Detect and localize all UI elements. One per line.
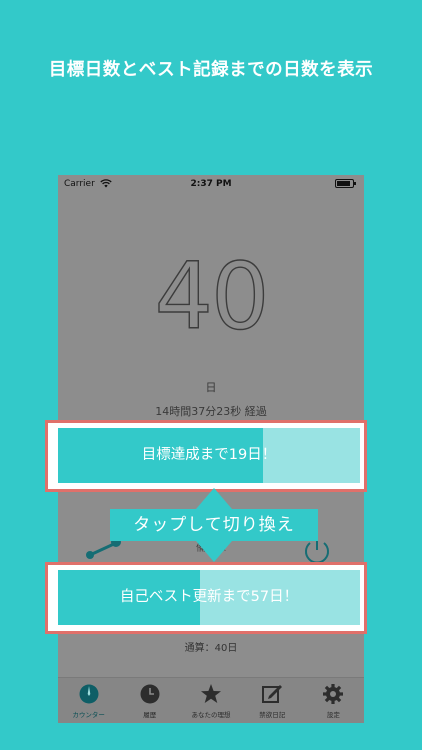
battery-icon xyxy=(335,179,356,188)
tab-counter[interactable]: カウンター xyxy=(58,678,119,723)
elapsed-time: 14時間37分23秒 経過 xyxy=(155,405,267,418)
day-count-value: 40 xyxy=(154,243,270,350)
arrow-down-icon xyxy=(196,541,232,562)
promo-headline: 目標日数とベスト記録までの日数を表示 xyxy=(48,60,374,80)
best-progress-callout[interactable]: 自己ベスト更新まで57日！ xyxy=(45,562,367,634)
best-progress-track: 自己ベスト更新まで57日！ xyxy=(58,570,360,625)
goal-progress-text: 目標達成まで19日！ xyxy=(141,447,277,463)
tab-history-label: 履歴 xyxy=(143,711,157,719)
tab-ideal[interactable]: あなたの理想 xyxy=(180,678,241,723)
tab-bar: カウンター 履歴 あなたの理想 禁欲日記 設定 xyxy=(58,677,364,723)
star-icon xyxy=(201,684,221,703)
goal-progress-track: 目標達成まで19日！ xyxy=(58,428,360,483)
diary-edit-icon xyxy=(262,685,283,703)
tab-settings[interactable]: 設定 xyxy=(303,678,364,723)
tab-ideal-label: あなたの理想 xyxy=(191,711,231,719)
history-clock-icon xyxy=(140,684,160,704)
tap-toggle-hint: タップして切り換え xyxy=(110,509,318,541)
tab-history[interactable]: 履歴 xyxy=(119,678,180,723)
total-days: 通算：40日 xyxy=(184,643,238,654)
day-count: 40 xyxy=(58,250,364,343)
status-time: 2:37 PM xyxy=(190,179,232,189)
gear-icon xyxy=(323,684,344,704)
status-bar: Carrier 2:37 PM xyxy=(58,175,364,193)
tab-diary-label: 禁欲日記 xyxy=(259,711,286,719)
goal-progress-callout[interactable]: 目標達成まで19日！ xyxy=(45,420,367,492)
tab-counter-label: カウンター xyxy=(72,711,105,719)
tab-diary[interactable]: 禁欲日記 xyxy=(242,678,303,723)
arrow-up-icon xyxy=(196,488,232,509)
day-unit: 日 xyxy=(205,381,217,394)
counter-icon xyxy=(79,684,99,704)
best-progress-text: 自己ベスト更新まで57日！ xyxy=(119,589,299,605)
tab-settings-label: 設定 xyxy=(326,711,340,719)
